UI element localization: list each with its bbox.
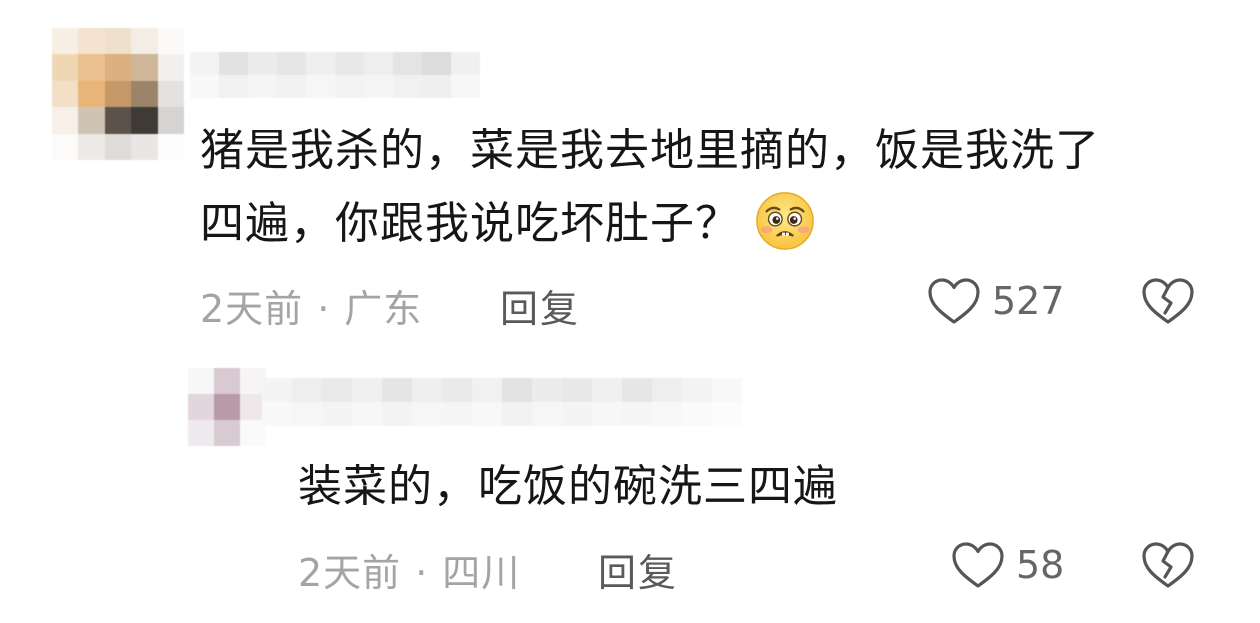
dislike-button[interactable] (1140, 276, 1196, 330)
like-button[interactable]: 527 (926, 276, 1065, 326)
reply-like-button[interactable]: 58 (950, 540, 1064, 590)
reply-like-count: 58 (1016, 543, 1065, 587)
reply-text: 装菜的，吃饭的碗洗三四遍 (298, 461, 838, 512)
username-redacted (190, 52, 480, 98)
comment-location: 广东 (344, 287, 423, 331)
avatar[interactable] (52, 28, 184, 160)
comment-meta: 2天前 · 广东 (200, 278, 422, 333)
meta-separator: · (415, 551, 429, 595)
comment-text-line-2: 四遍，你跟我说吃坏肚子？ (200, 190, 816, 255)
like-count: 527 (992, 279, 1065, 323)
reply-time: 2天前 (298, 551, 402, 595)
worried-face-icon (756, 192, 814, 250)
reply-button[interactable]: 回复 (500, 278, 580, 333)
heart-icon (928, 278, 980, 324)
reply-dislike-button[interactable] (1140, 540, 1196, 594)
reply-location: 四川 (442, 551, 521, 595)
comment-text-line-2-content: 四遍，你跟我说吃坏肚子？ (200, 198, 740, 249)
reply-meta: 2天前 · 四川 (298, 542, 520, 597)
comment-text-line-1: 猪是我杀的，菜是我去地里摘的，饭是我洗了 (200, 125, 1100, 176)
reply-username-redacted (262, 378, 742, 426)
comment-time: 2天前 (200, 287, 304, 331)
reply-avatar[interactable] (188, 368, 266, 446)
broken-heart-icon (1142, 542, 1194, 588)
broken-heart-icon (1142, 278, 1194, 324)
reply-to-reply-button[interactable]: 回复 (598, 542, 678, 597)
meta-separator: · (317, 287, 331, 331)
heart-icon (952, 542, 1004, 588)
